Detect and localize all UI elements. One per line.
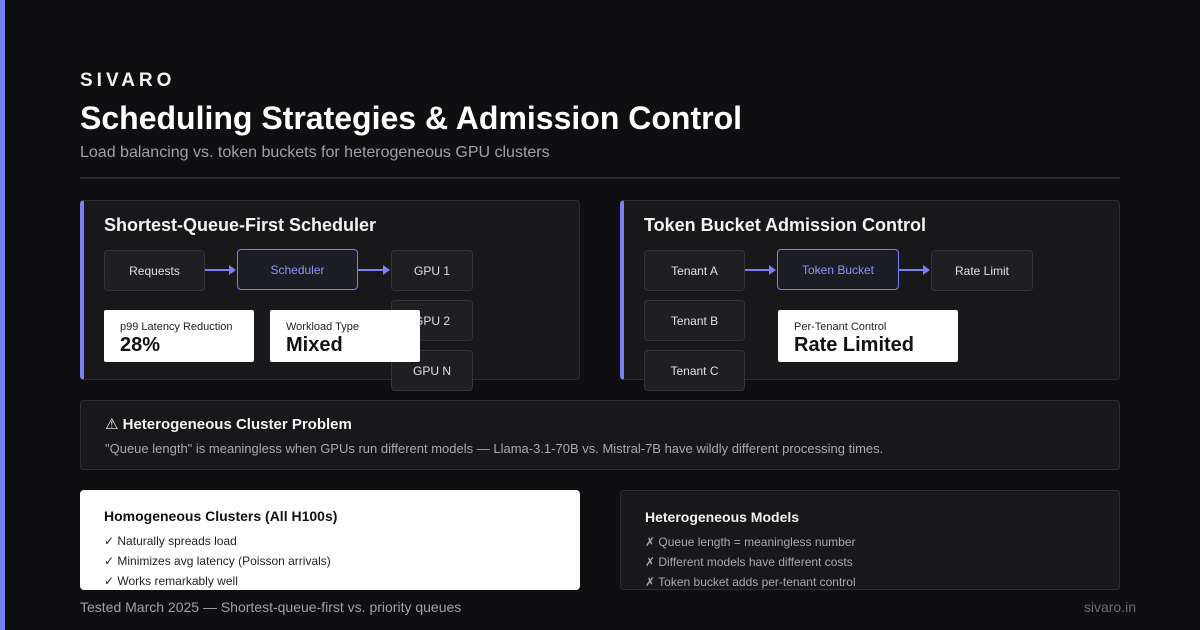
heterogeneous-card: Heterogeneous Models ✗ Queue length = me… [620, 490, 1120, 590]
list-item: ✗ Token bucket adds per-tenant control [645, 575, 856, 589]
stat-value: Mixed [286, 334, 343, 356]
homogeneous-card: Homogeneous Clusters (All H100s) ✓ Natur… [80, 490, 580, 590]
tenant-b-node: Tenant B [644, 300, 745, 341]
workload-type-stat: Workload Type Mixed [270, 310, 420, 362]
stat-label: p99 Latency Reduction [120, 321, 233, 333]
stat-value: 28% [120, 334, 161, 356]
latency-reduction-stat: p99 Latency Reduction 28% [104, 310, 254, 362]
heterogeneous-title: Heterogeneous Models [645, 509, 800, 525]
brand-logo: SIVARO [80, 70, 176, 91]
list-item: ✓ Works remarkably well [104, 574, 238, 588]
page-subtitle: Load balancing vs. token buckets for het… [80, 144, 550, 161]
tenant-a-node: Tenant A [644, 250, 745, 291]
stat-label: Workload Type [286, 321, 359, 333]
requests-node: Requests [104, 250, 205, 291]
gpu-1-node: GPU 1 [391, 250, 473, 291]
footer-site-link[interactable]: sivaro.in [1084, 599, 1136, 615]
header-divider [80, 177, 1120, 179]
token-bucket-node: Token Bucket [777, 249, 899, 290]
tenant-to-bucket-arrow [745, 265, 776, 275]
problem-description: "Queue length" is meaningless when GPUs … [105, 441, 884, 456]
heterogeneous-problem-callout: ⚠ Heterogeneous Cluster Problem "Queue l… [80, 400, 1120, 470]
per-tenant-control-stat: Per-Tenant Control Rate Limited [778, 310, 958, 362]
list-item: ✗ Different models have different costs [645, 555, 853, 569]
list-item: ✓ Minimizes avg latency (Poisson arrival… [104, 554, 331, 568]
stat-value: Rate Limited [794, 334, 915, 356]
sqf-panel-title: Shortest-Queue-First Scheduler [104, 215, 377, 235]
list-item: ✗ Queue length = meaningless number [645, 535, 856, 549]
list-item: ✓ Naturally spreads load [104, 534, 237, 548]
warning-icon problem-title: ⚠ Heterogeneous Cluster Problem [105, 416, 352, 433]
page-title: Scheduling Strategies & Admission Contro… [80, 100, 742, 136]
tenant-c-node: Tenant C [644, 350, 745, 391]
footer-note: Tested March 2025 — Shortest-queue-first… [80, 599, 462, 615]
homogeneous-title: Homogeneous Clusters (All H100s) [104, 508, 338, 524]
stat-label: Per-Tenant Control [794, 321, 887, 333]
bucket-to-rate-limit-arrow [899, 265, 930, 275]
rate-limit-node: Rate Limit [931, 250, 1033, 291]
requests-to-scheduler-arrow [205, 265, 236, 275]
token-bucket-panel-title: Token Bucket Admission Control [644, 215, 927, 235]
scheduler-to-gpu-arrow [358, 265, 390, 275]
scheduler-node: Scheduler [237, 249, 358, 290]
accent-bar [0, 0, 5, 630]
